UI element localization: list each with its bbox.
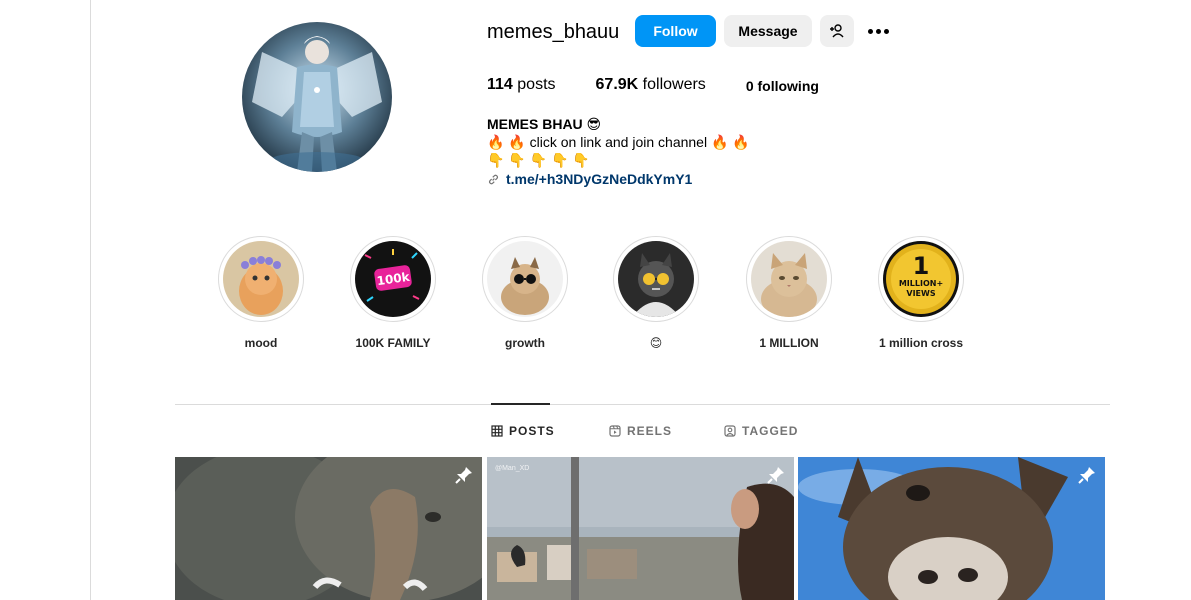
highlight-cover: 100k: [355, 241, 431, 317]
tabs-divider: [175, 404, 1110, 405]
more-dots-icon: [867, 28, 889, 34]
badge-line-1: MILLION+: [899, 279, 943, 288]
tab-reels[interactable]: REELS: [609, 424, 672, 438]
highlight-100k-family[interactable]: 100k 100K FAMILY: [338, 236, 448, 350]
highlight-growth[interactable]: growth: [470, 236, 580, 350]
highlight-ring: [218, 236, 304, 322]
post-watermark: @Man_XD: [495, 465, 530, 472]
bio-name: MEMES BHAU 😎: [487, 116, 602, 132]
highlight-1-million-cross[interactable]: 1 MILLION+ VIEWS 1 million cross: [866, 236, 976, 350]
tab-reels-label: REELS: [627, 424, 673, 438]
grid-icon: [491, 425, 503, 437]
cat-glasses-image: [618, 241, 694, 317]
profile-bio: MEMES BHAU 😎 🔥 🔥 click on link and join …: [487, 115, 750, 188]
highlight-label: 😊: [649, 336, 663, 350]
bio-line-2: 👇 👇 👇 👇 👇: [487, 152, 590, 168]
followers-stat[interactable]: 67.9K followers: [596, 76, 706, 94]
message-button[interactable]: Message: [724, 15, 812, 47]
post-tile[interactable]: [798, 457, 1105, 600]
badge-line-2: VIEWS: [906, 289, 935, 298]
add-person-icon: [830, 24, 844, 38]
million-views-badge-image: 1 MILLION+ VIEWS: [883, 241, 959, 317]
pinned-icon: [455, 467, 472, 484]
badge-number: 1: [913, 252, 930, 280]
highlight-1-million[interactable]: 1 MILLION: [734, 236, 844, 350]
highlight-ring: [613, 236, 699, 322]
active-tab-indicator: [491, 403, 550, 405]
posts-label: posts: [517, 76, 556, 93]
highlight-cover: [618, 241, 694, 317]
tab-posts-label: POSTS: [509, 424, 555, 438]
post-tile[interactable]: [175, 457, 482, 600]
rooftop-image: [487, 457, 794, 600]
fluffy-cat-image: [751, 241, 827, 317]
highlight-cover: 1 MILLION+ VIEWS: [883, 241, 959, 317]
cat-sunglasses-image: [487, 241, 563, 317]
link-icon: [489, 174, 498, 184]
tab-tagged-label: TAGGED: [742, 424, 799, 438]
avatar-image: [242, 22, 392, 172]
highlight-label: 100K FAMILY: [355, 336, 431, 350]
highlight-label: mood: [244, 336, 278, 350]
tagged-icon: [724, 425, 736, 437]
posts-count: 114: [487, 76, 513, 93]
reels-icon: [609, 425, 621, 437]
highlight-cover: [223, 241, 299, 317]
suggested-users-button[interactable]: [820, 15, 854, 47]
pinned-icon: [767, 467, 784, 484]
pinned-icon: [1078, 467, 1095, 484]
100k-badge-image: 100k: [355, 241, 431, 317]
followers-label: followers: [642, 76, 706, 93]
sidebar-divider: [90, 0, 91, 600]
highlight-label: 1 million cross: [878, 336, 964, 350]
bio-line-1: 🔥 🔥 click on link and join channel 🔥 🔥: [487, 134, 750, 150]
highlight-ring: 100k: [350, 236, 436, 322]
highlight-ring: [482, 236, 568, 322]
highlight-ring: 1 MILLION+ VIEWS: [878, 236, 964, 322]
highlight-smile[interactable]: 😊: [601, 236, 711, 350]
highlight-mood[interactable]: mood: [206, 236, 316, 350]
more-options-button[interactable]: [864, 15, 892, 47]
follow-button[interactable]: Follow: [635, 15, 716, 47]
profile-avatar[interactable]: [242, 22, 392, 172]
bio-link[interactable]: t.me/+h3NDyGzNeDdkYmY1: [487, 170, 750, 188]
elephant-image: [175, 457, 482, 600]
donkey-image: [798, 457, 1105, 600]
bio-link-text: t.me/+h3NDyGzNeDdkYmY1: [506, 171, 693, 187]
profile-username: memes_bhauu: [487, 21, 620, 43]
posts-stat: 114 posts: [487, 76, 556, 94]
following-stat[interactable]: 0 following: [746, 78, 819, 94]
highlight-cover: [487, 241, 563, 317]
highlight-ring: [746, 236, 832, 322]
followers-count: 67.9K: [595, 76, 639, 93]
tab-posts[interactable]: POSTS: [491, 424, 555, 438]
highlight-label: growth: [505, 336, 545, 350]
post-tile[interactable]: @Man_XD: [487, 457, 794, 600]
highlight-label: 1 MILLION: [759, 336, 819, 350]
following-label: following: [757, 78, 819, 94]
profile-stats: 114 posts 67.9K followers 0 following: [487, 76, 859, 94]
following-count: 0: [745, 78, 754, 94]
highlight-cover: [751, 241, 827, 317]
tab-tagged[interactable]: TAGGED: [724, 424, 798, 438]
kitten-flowers-image: [223, 241, 299, 317]
